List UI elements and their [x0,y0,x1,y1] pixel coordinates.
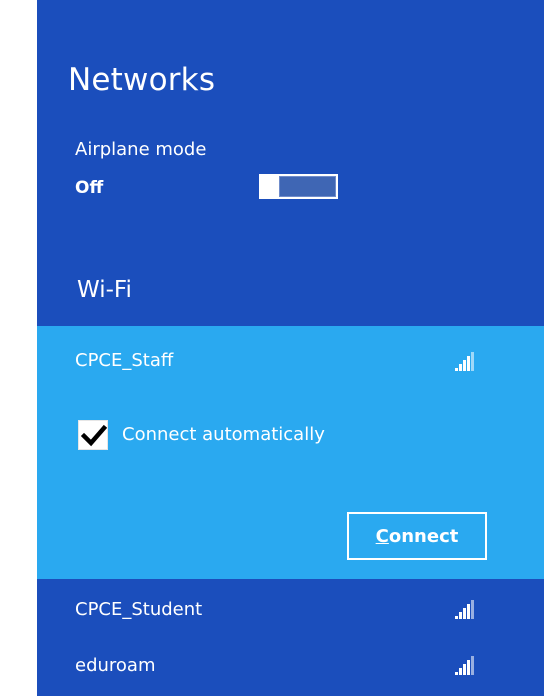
panel-title: Networks [68,62,216,98]
network-item-eduroam[interactable]: eduroam [37,640,544,696]
connect-button-access-key: C [375,526,389,547]
connect-button[interactable]: Connect [347,512,487,560]
airplane-mode-toggle[interactable] [259,174,338,199]
connect-automatically-label: Connect automatically [122,424,325,445]
connect-button-label: onnect [388,526,459,547]
signal-strength-icon [455,352,479,371]
toggle-track [279,176,336,197]
network-item-cpce-student[interactable]: CPCE_Student [37,584,544,640]
checkmark-icon [81,424,107,447]
toggle-thumb[interactable] [259,174,277,199]
wifi-heading: Wi-Fi [77,277,132,303]
signal-strength-icon [455,656,479,675]
network-name: eduroam [75,655,156,676]
networks-panel: Networks Airplane mode Off Wi-Fi CPCE_St… [37,0,544,696]
network-name: CPCE_Student [75,599,203,620]
airplane-mode-state: Off [75,178,104,198]
network-item-cpce-staff[interactable]: CPCE_Staff Connect automatically Connect [37,326,544,579]
connect-automatically-checkbox[interactable] [78,420,108,450]
airplane-mode-label: Airplane mode [75,139,207,160]
signal-strength-icon [455,600,479,619]
network-name: CPCE_Staff [75,350,174,371]
